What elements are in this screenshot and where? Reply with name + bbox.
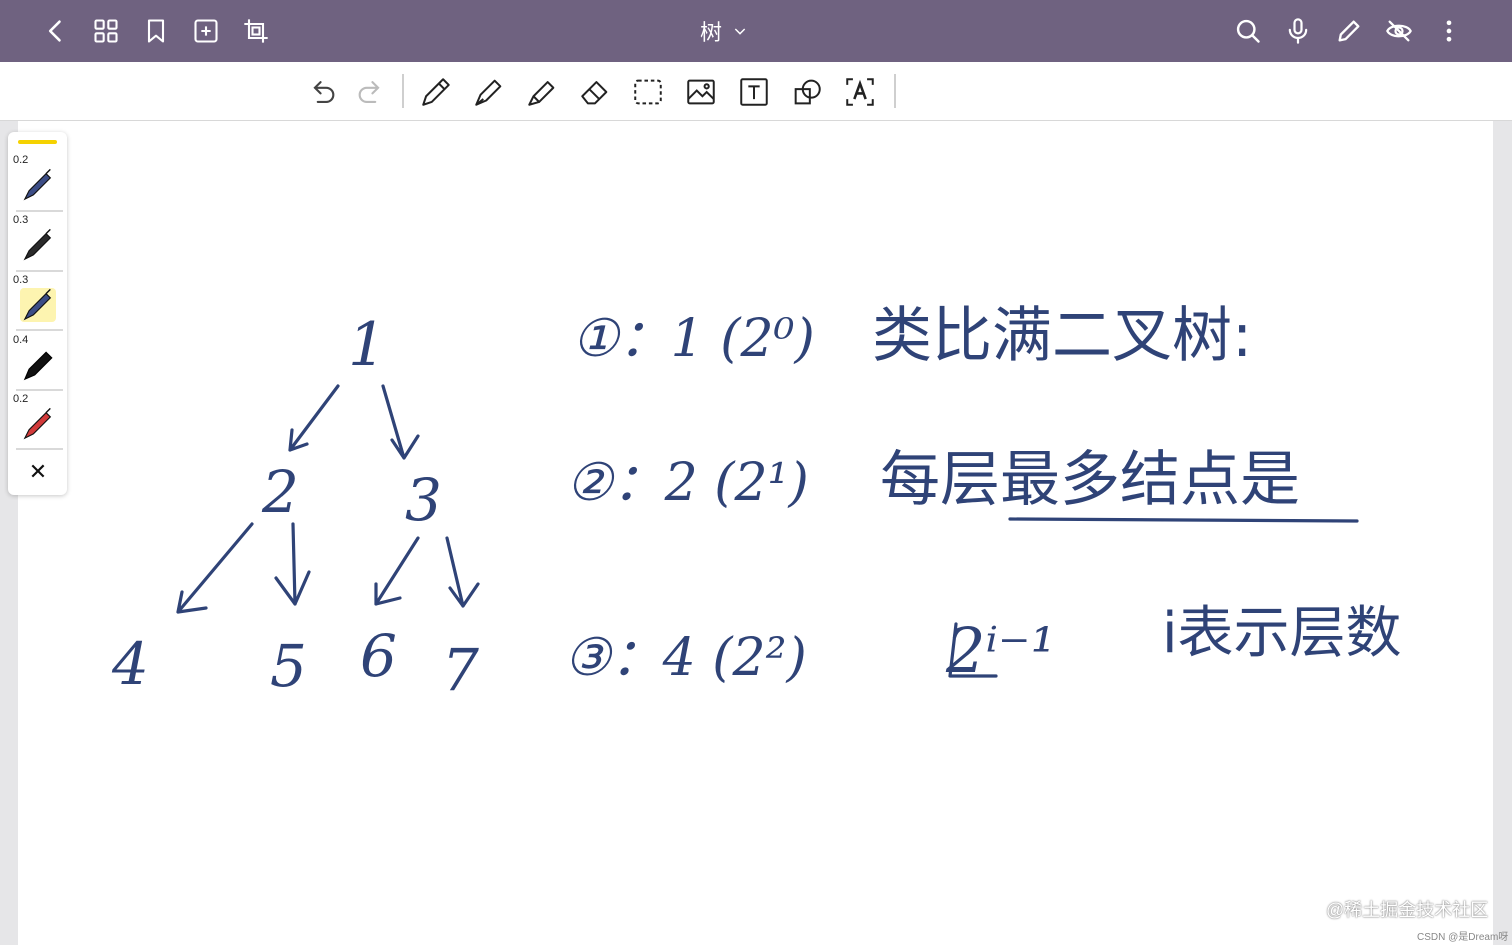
chevron-down-icon [734, 28, 746, 35]
pencil-tool-icon[interactable] [416, 72, 456, 112]
notebook-title-dropdown[interactable]: 树 [700, 14, 748, 48]
pen-icon [23, 228, 52, 261]
shape-tool-icon[interactable] [787, 72, 827, 112]
pen-icon [23, 351, 53, 381]
image-insert-icon[interactable] [681, 72, 721, 112]
highlighter-tool-icon[interactable] [522, 72, 562, 112]
close-panel-button[interactable]: ✕ [24, 458, 52, 486]
toolbar-divider [402, 74, 404, 108]
tool-bar [0, 62, 1512, 121]
selected-pen-indicator [18, 140, 57, 144]
text-box-icon[interactable] [734, 72, 774, 112]
pen-icon[interactable] [1331, 13, 1367, 49]
eraser-tool-icon[interactable] [575, 72, 615, 112]
pen-divider [16, 389, 63, 391]
microphone-icon[interactable] [1280, 13, 1316, 49]
pen-icon [23, 288, 52, 321]
pen-divider [16, 210, 63, 212]
undo-icon[interactable] [302, 72, 342, 112]
watermark-small: CSDN @是Dream呀 [1417, 932, 1509, 943]
pen-preset-5[interactable]: 0.2 [8, 393, 67, 451]
lasso-select-icon[interactable] [628, 72, 668, 112]
text-recognition-icon[interactable] [840, 72, 880, 112]
grid-icon[interactable] [88, 13, 124, 49]
pen-preset-3[interactable]: 0.3 [8, 274, 67, 332]
pen-preset-1[interactable]: 0.2 [8, 154, 67, 212]
pen-preset-2[interactable]: 0.3 [8, 214, 67, 272]
pen-preset-4[interactable]: 0.4 [8, 334, 67, 392]
pen-divider [16, 270, 63, 272]
pen-divider [16, 448, 63, 450]
fountain-pen-tool-icon[interactable] [469, 72, 509, 112]
pen-icon [23, 168, 52, 201]
crop-icon[interactable] [238, 13, 274, 49]
note-canvas[interactable] [18, 121, 1493, 945]
redo-icon[interactable] [351, 72, 391, 112]
bookmark-icon[interactable] [138, 13, 174, 49]
add-page-icon[interactable] [188, 13, 224, 49]
eye-off-icon[interactable] [1381, 13, 1417, 49]
toolbar-divider [894, 74, 896, 108]
top-bar: 树 [0, 0, 1512, 62]
page-title: 树 [700, 21, 723, 46]
watermark: @稀土掘金技术社区 [1326, 900, 1489, 920]
pen-preset-panel: 0.2 0.3 0.3 0.4 0.2 ✕ [8, 132, 67, 495]
pen-divider [16, 329, 63, 331]
back-icon[interactable] [38, 13, 74, 49]
search-icon[interactable] [1230, 13, 1266, 49]
pen-icon [23, 407, 52, 440]
more-icon[interactable] [1431, 13, 1467, 49]
